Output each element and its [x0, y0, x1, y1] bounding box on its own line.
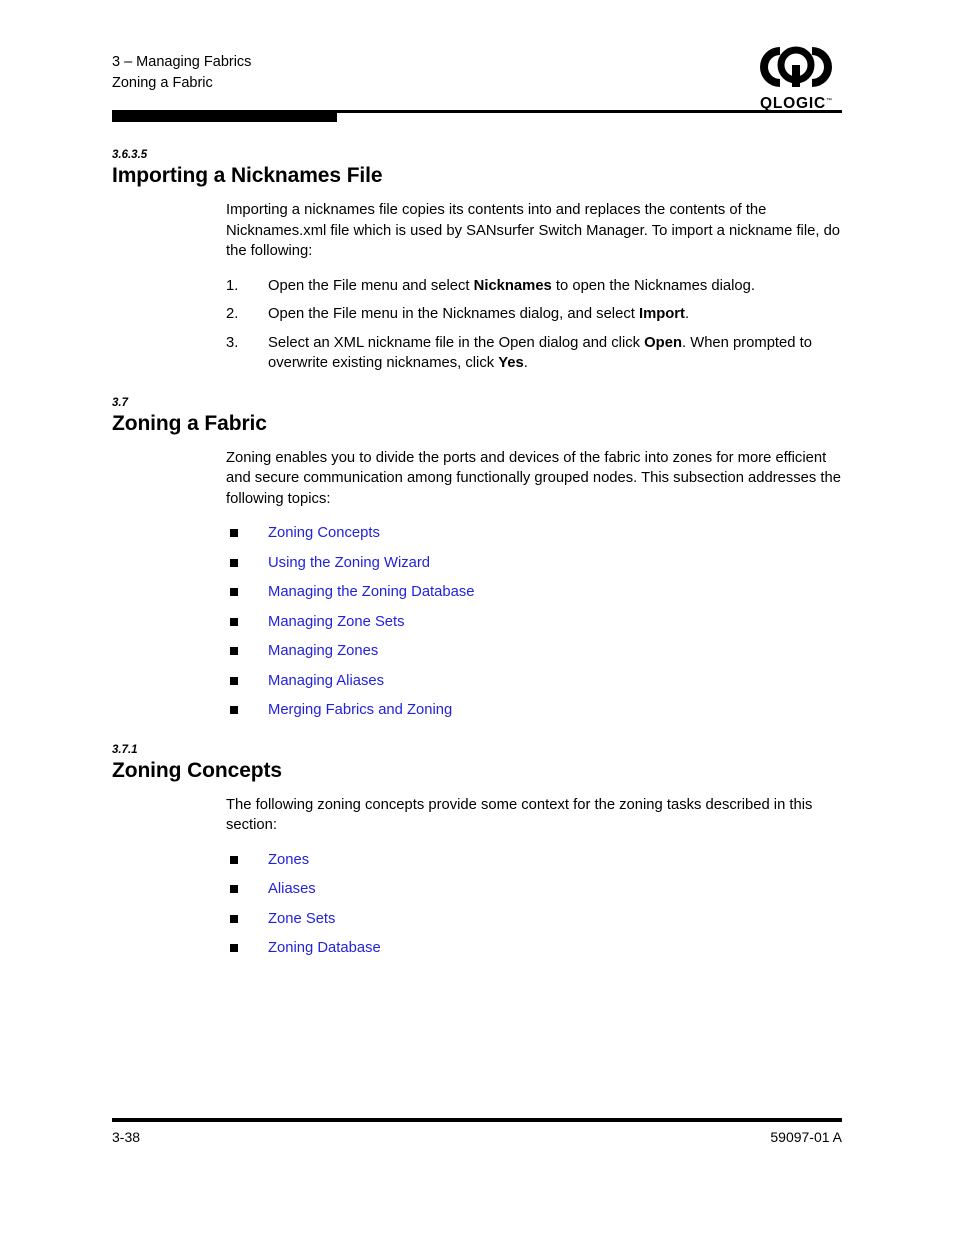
step-number: 1. [226, 277, 239, 294]
section-body: The following zoning concepts provide so… [226, 795, 854, 959]
square-bullet-icon [230, 706, 238, 714]
step-text-post: to open the Nicknames dialog. [551, 277, 755, 294]
document-page: 3 – Managing Fabrics Zoning a Fabric QLO… [0, 0, 954, 1235]
square-bullet-icon [230, 617, 238, 626]
topic-link-list: Zoning Concepts Using the Zoning Wizard … [226, 523, 854, 721]
step-text-pre: Open the File menu in the Nicknames dial… [268, 306, 639, 322]
qlogic-symbol-icon [760, 46, 832, 87]
link-zone-sets[interactable]: Zone Sets [268, 911, 335, 927]
square-bullet-icon [230, 647, 238, 655]
step-text-bold: Open [644, 334, 682, 351]
step-text-bold: Nicknames [473, 277, 552, 294]
list-item: 3. Select an XML nickname file in the Ope… [226, 333, 854, 374]
header-rule-thick [112, 110, 337, 122]
qlogic-logo: QLOGIC™ [750, 44, 842, 112]
list-item: Zoning Concepts [226, 523, 854, 544]
list-item: Using the Zoning Wizard [226, 553, 854, 574]
step-text-post: . [684, 306, 690, 322]
link-managing-zones[interactable]: Managing Zones [268, 643, 378, 659]
list-item: Managing the Zoning Database [226, 582, 854, 603]
section-zoning-a-fabric: 3.7 Zoning a Fabric Zoning enables you t… [112, 396, 854, 721]
link-managing-the-zoning-database[interactable]: Managing the Zoning Database [268, 584, 474, 600]
section-importing-a-nicknames-file: 3.6.3.5 Importing a Nicknames File Impor… [112, 148, 854, 374]
section-paragraph: The following zoning concepts provide so… [226, 796, 813, 834]
list-item: Managing Aliases [226, 671, 854, 692]
square-bullet-icon [230, 855, 238, 864]
step-text-bold-2: Yes [498, 355, 524, 371]
step-text-pre: Open the File menu and select [268, 277, 474, 294]
square-bullet-icon [230, 588, 238, 596]
list-item: Aliases [226, 879, 854, 900]
running-header-section: Zoning a Fabric [112, 75, 213, 91]
page-number: 3-38 [112, 1129, 141, 1145]
square-bullet-icon [230, 944, 238, 952]
link-using-the-zoning-wizard[interactable]: Using the Zoning Wizard [268, 555, 430, 571]
trademark-symbol: ™ [825, 98, 832, 104]
section-number: 3.6.3.5 [112, 149, 148, 161]
section-number: 3.7 [112, 396, 128, 409]
section-zoning-concepts: 3.7.1 Zoning Concepts The following zoni… [112, 743, 854, 959]
list-item: Managing Zone Sets [226, 612, 854, 633]
list-item: Zones [226, 850, 854, 871]
step-text-pre: Select an XML nickname file in the Open … [268, 334, 645, 351]
step-text-post: . [523, 355, 528, 371]
square-bullet-icon [230, 676, 238, 685]
section-heading: Zoning a Fabric [112, 411, 267, 435]
list-item: Zone Sets [226, 909, 854, 930]
procedure-steps: 1. Open the File menu and select Nickname… [226, 276, 854, 374]
section-paragraph: Importing a nicknames file copies its co… [226, 202, 841, 259]
page-header: 3 – Managing Fabrics Zoning a Fabric QLO… [112, 46, 842, 112]
square-bullet-icon [230, 914, 238, 923]
section-body: Zoning enables you to divide the ports a… [226, 448, 854, 721]
square-bullet-icon [230, 885, 238, 893]
link-managing-zone-sets[interactable]: Managing Zone Sets [268, 614, 405, 630]
list-item: 1. Open the File menu and select Nickname… [226, 276, 854, 297]
footer-rule [112, 1118, 842, 1122]
list-item: Merging Fabrics and Zoning [226, 700, 854, 721]
running-header-chapter: 3 – Managing Fabrics [112, 54, 252, 70]
link-merging-fabrics-and-zoning[interactable]: Merging Fabrics and Zoning [268, 702, 452, 718]
document-number: 59097-01 A [770, 1129, 842, 1145]
section-heading: Importing a Nicknames File [112, 164, 383, 187]
running-header-text: 3 – Managing Fabrics Zoning a Fabric [112, 52, 842, 94]
link-aliases[interactable]: Aliases [268, 881, 316, 897]
link-zoning-database[interactable]: Zoning Database [268, 940, 381, 956]
square-bullet-icon [230, 558, 238, 567]
link-zoning-concepts[interactable]: Zoning Concepts [268, 525, 380, 541]
section-heading: Zoning Concepts [112, 758, 282, 782]
section-body: Importing a nicknames file copies its co… [226, 200, 854, 374]
step-number: 2. [226, 306, 239, 322]
list-item: 2. Open the File menu in the Nicknames di… [226, 304, 854, 325]
link-managing-aliases[interactable]: Managing Aliases [268, 673, 384, 689]
link-zones[interactable]: Zones [268, 852, 309, 868]
page-content: 3.6.3.5 Importing a Nicknames File Impor… [112, 148, 854, 959]
concept-link-list: Zones Aliases Zone Sets Zoning Database [226, 850, 854, 959]
square-bullet-icon [230, 529, 238, 537]
list-item: Zoning Database [226, 938, 854, 959]
section-paragraph: Zoning enables you to divide the ports a… [226, 449, 841, 507]
list-item: Managing Zones [226, 641, 854, 662]
step-number: 3. [226, 334, 239, 351]
step-text-bold: Import [638, 306, 685, 322]
section-number: 3.7.1 [112, 743, 138, 756]
